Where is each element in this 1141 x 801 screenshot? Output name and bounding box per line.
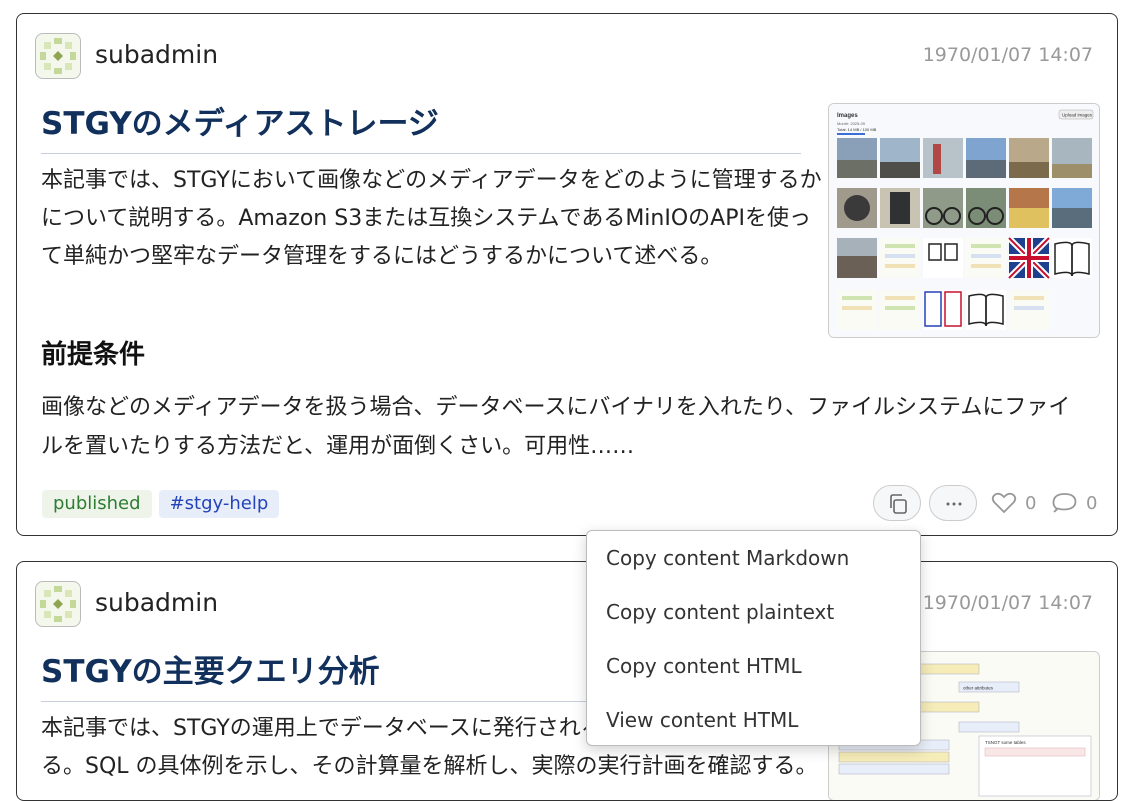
more-options-button[interactable] <box>929 485 977 521</box>
post-date: 1970/01/07 14:07 <box>922 44 1093 66</box>
author-name[interactable]: subadmin <box>95 588 218 617</box>
heart-icon <box>991 492 1017 514</box>
thumb-heading: Images <box>837 113 858 119</box>
menu-view-html[interactable]: View content HTML <box>606 708 798 732</box>
tag-stgy-help[interactable]: #stgy-help <box>158 490 280 518</box>
author-name[interactable]: subadmin <box>95 40 218 69</box>
thumb-upload-label: Upload images <box>1062 113 1093 118</box>
post-card[interactable]: subadmin 1970/01/07 14:07 STGYのメディアストレージ… <box>16 13 1118 536</box>
post-date: 1970/01/07 14:07 <box>922 592 1093 614</box>
menu-copy-markdown[interactable]: Copy content Markdown <box>606 546 849 570</box>
speech-bubble-icon <box>1052 493 1077 513</box>
post-excerpt: 本記事では、STGYにおいて画像などのメディアデータをどのように管理するかについ… <box>41 168 822 269</box>
identicon-avatar <box>40 586 76 622</box>
thumb-meta-2: Total: 14 MB / 100 MB <box>837 127 877 132</box>
reply-count: 0 <box>1086 493 1098 514</box>
thumb-ts-label: TSNGT some tables <box>985 740 1026 745</box>
like-count: 0 <box>1025 493 1037 514</box>
identicon-avatar <box>40 38 76 74</box>
post-excerpt-continued: 画像などのメディアデータを扱う場合、データベースにバイナリを入れたり、ファイルシ… <box>41 395 1071 459</box>
tag-published[interactable]: published <box>42 490 152 518</box>
author-avatar[interactable] <box>35 581 81 627</box>
post-card[interactable]: subadmin 1970/01/07 14:07 STGYの主要クエリ分析 本… <box>16 561 1118 801</box>
copy-button[interactable] <box>873 485 921 521</box>
thumb-meta-1: Month: 2025-09 <box>837 121 866 126</box>
content-actions-menu: Copy content Markdown Copy content plain… <box>586 530 921 746</box>
menu-copy-plaintext[interactable]: Copy content plaintext <box>606 600 834 624</box>
post-subheading: 前提条件 <box>41 340 146 370</box>
copy-icon <box>890 494 907 514</box>
author-avatar[interactable] <box>35 33 81 79</box>
post-thumbnail[interactable]: Images Upload images Month: 2025-09 Tota… <box>828 103 1100 338</box>
thumb-other-attr: other attributes <box>963 686 994 691</box>
ellipsis-icon <box>946 502 962 506</box>
post-title[interactable]: STGYのメディアストレージ <box>41 98 801 154</box>
tag-list: published #stgy-help <box>42 490 280 518</box>
menu-copy-html[interactable]: Copy content HTML <box>606 654 802 678</box>
thumbnail-image: Images Upload images Month: 2025-09 Tota… <box>829 104 1099 337</box>
